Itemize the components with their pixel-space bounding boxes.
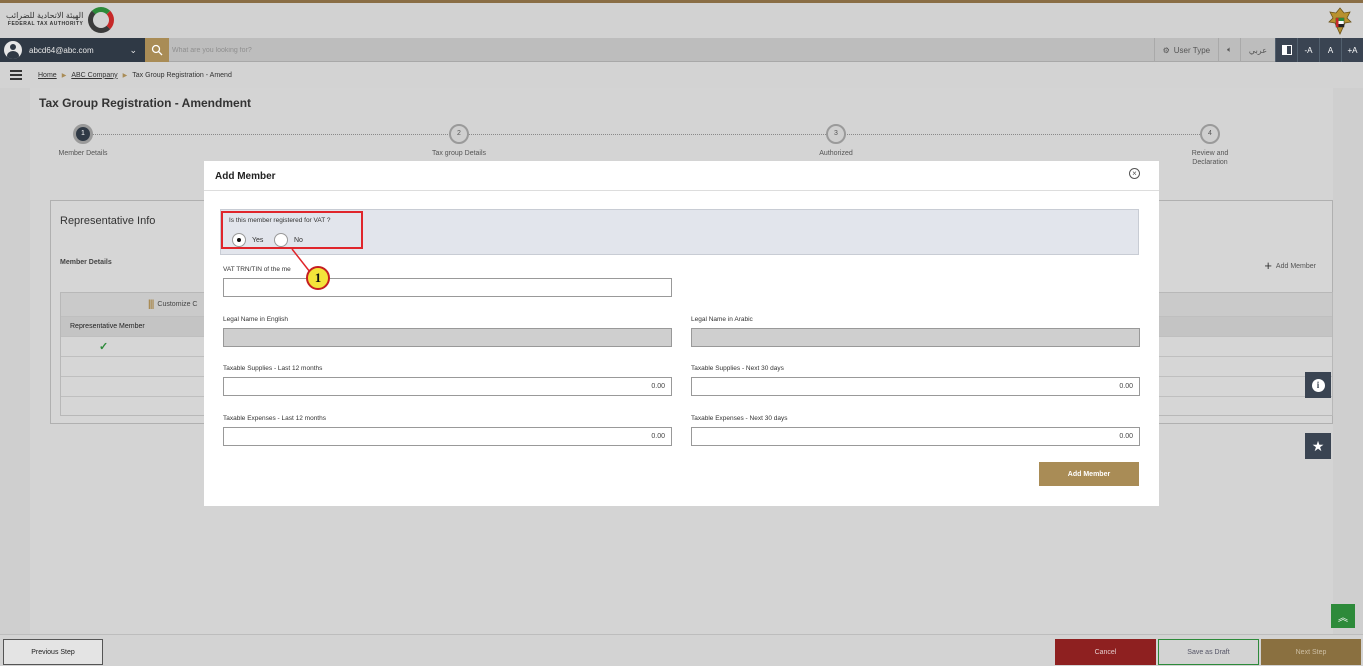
scroll-top-button[interactable]: ︽ (1331, 604, 1355, 628)
step-2[interactable]: 2 Tax group Details (394, 124, 524, 158)
step-label: Tax group Details (431, 150, 487, 157)
legal-name-ar-label: Legal Name in Arabic (691, 316, 753, 323)
check-icon: ✓ (99, 341, 109, 353)
expenses-12-label: Taxable Expenses - Last 12 months (223, 415, 326, 422)
stepper-line (92, 134, 1210, 135)
footer-bar: Previous Step Cancel Save as Draft Next … (0, 634, 1363, 666)
modal-divider (204, 190, 1159, 191)
legal-name-ar-field (691, 328, 1140, 347)
previous-step-button[interactable]: Previous Step (3, 639, 103, 665)
font-normal-button[interactable]: A (1319, 38, 1341, 62)
user-type-label: User Type (1173, 45, 1211, 55)
breadcrumb-arrow-icon: ▶ (61, 72, 67, 79)
contrast-icon (1281, 45, 1292, 55)
star-icon: ★ (1311, 437, 1325, 454)
save-draft-button[interactable]: Save as Draft (1158, 639, 1259, 665)
info-button[interactable]: i (1305, 372, 1331, 398)
close-icon[interactable]: × (1129, 168, 1140, 179)
logo-arabic: الهيئة الاتحادية للضرائب (6, 11, 84, 20)
user-type-button[interactable]: ⚙ User Type (1153, 38, 1218, 62)
supplies-30-label: Taxable Supplies - Next 30 days (691, 365, 784, 372)
breadcrumb-arrow-icon: ▶ (122, 72, 128, 79)
user-menu[interactable]: abcd64@abc.com ⌄ (0, 38, 145, 62)
breadcrumb-home[interactable]: Home (38, 72, 57, 79)
logo-english: FEDERAL TAX AUTHORITY (7, 21, 84, 27)
font-increase-button[interactable]: +A (1341, 38, 1363, 62)
trn-input[interactable] (223, 278, 672, 297)
next-step-button[interactable]: Next Step (1261, 639, 1361, 665)
step-number: 4 (1200, 124, 1220, 144)
step-label: Authorized (819, 150, 853, 157)
utility-actions: ⚙ User Type 🔈︎ عربي -A A +A (1153, 38, 1363, 62)
user-email: abcd64@abc.com (29, 45, 94, 55)
supplies-30-input[interactable] (691, 377, 1140, 396)
plus-icon: + (1264, 258, 1272, 273)
search-icon (151, 44, 163, 56)
favorite-button[interactable]: ★ (1305, 433, 1331, 459)
step-number: 1 (73, 124, 93, 144)
step-label: Member Details (58, 150, 108, 157)
logo-text: الهيئة الاتحادية للضرائب FEDERAL TAX AUT… (6, 11, 83, 29)
add-member-button[interactable]: Add Member (1039, 462, 1139, 486)
breadcrumb-current: Tax Group Registration - Amend (132, 71, 232, 79)
add-member-link-label: Add Member (1275, 262, 1316, 270)
utility-bar: abcd64@abc.com ⌄ ⚙ User Type 🔈︎ عربي -A … (0, 38, 1363, 62)
top-header: الهيئة الاتحادية للضرائب FEDERAL TAX AUT… (0, 0, 1363, 38)
chevron-down-icon: ⌄ (129, 44, 137, 55)
step-label: Review and Declaration (1191, 150, 1229, 166)
section-title: Representative Info (60, 215, 156, 227)
step-3[interactable]: 3 Authorized (771, 124, 901, 158)
supplies-12-input[interactable] (223, 377, 672, 396)
hamburger-menu-icon[interactable] (10, 68, 22, 82)
highlight-box (221, 211, 363, 249)
breadcrumb: Home ▶ ABC Company ▶ Tax Group Registrat… (0, 62, 1363, 88)
expenses-30-input[interactable] (691, 427, 1140, 446)
user-avatar-icon (4, 41, 22, 59)
add-member-link[interactable]: + Add Member (1264, 258, 1316, 273)
user-type-icon: ⚙ (1162, 45, 1170, 55)
section-subtitle: Member Details (60, 259, 112, 266)
customize-label: Customize C (157, 301, 198, 308)
contrast-button[interactable] (1275, 38, 1297, 62)
trn-label: VAT TRN/TIN of the me (223, 266, 291, 273)
search-input[interactable] (172, 42, 672, 58)
supplies-12-label: Taxable Supplies - Last 12 months (223, 365, 323, 372)
customize-columns-button[interactable]: ||| Customize C (148, 299, 197, 310)
cancel-button[interactable]: Cancel (1055, 639, 1156, 665)
step-4[interactable]: 4 Review and Declaration (1145, 124, 1275, 167)
speaker-icon: 🔈︎ (1227, 45, 1232, 54)
step-1[interactable]: 1 Member Details (18, 124, 148, 158)
legal-name-en-label: Legal Name in English (223, 316, 289, 323)
columns-icon: ||| (148, 299, 154, 310)
breadcrumb-company[interactable]: ABC Company (71, 72, 117, 79)
page-title: Tax Group Registration - Amendment (39, 96, 252, 110)
search-button[interactable] (145, 38, 169, 62)
audio-button[interactable]: 🔈︎ (1218, 38, 1240, 62)
callout-badge: 1 (306, 266, 330, 290)
uae-emblem-icon (1328, 7, 1352, 35)
column-header: Representative Member (70, 323, 145, 330)
modal-title: Add Member (215, 171, 276, 182)
info-icon: i (1311, 378, 1325, 392)
step-number: 3 (826, 124, 846, 144)
step-number: 2 (449, 124, 469, 144)
logo-ring-icon (88, 7, 115, 33)
language-toggle[interactable]: عربي (1239, 38, 1275, 62)
expenses-12-input[interactable] (223, 427, 672, 446)
expenses-30-label: Taxable Expenses - Next 30 days (691, 415, 788, 422)
legal-name-en-field (223, 328, 672, 347)
font-decrease-button[interactable]: -A (1297, 38, 1319, 62)
double-chevron-up-icon: ︽ (1338, 612, 1348, 624)
fta-logo[interactable]: الهيئة الاتحادية للضرائب FEDERAL TAX AUT… (6, 7, 115, 33)
